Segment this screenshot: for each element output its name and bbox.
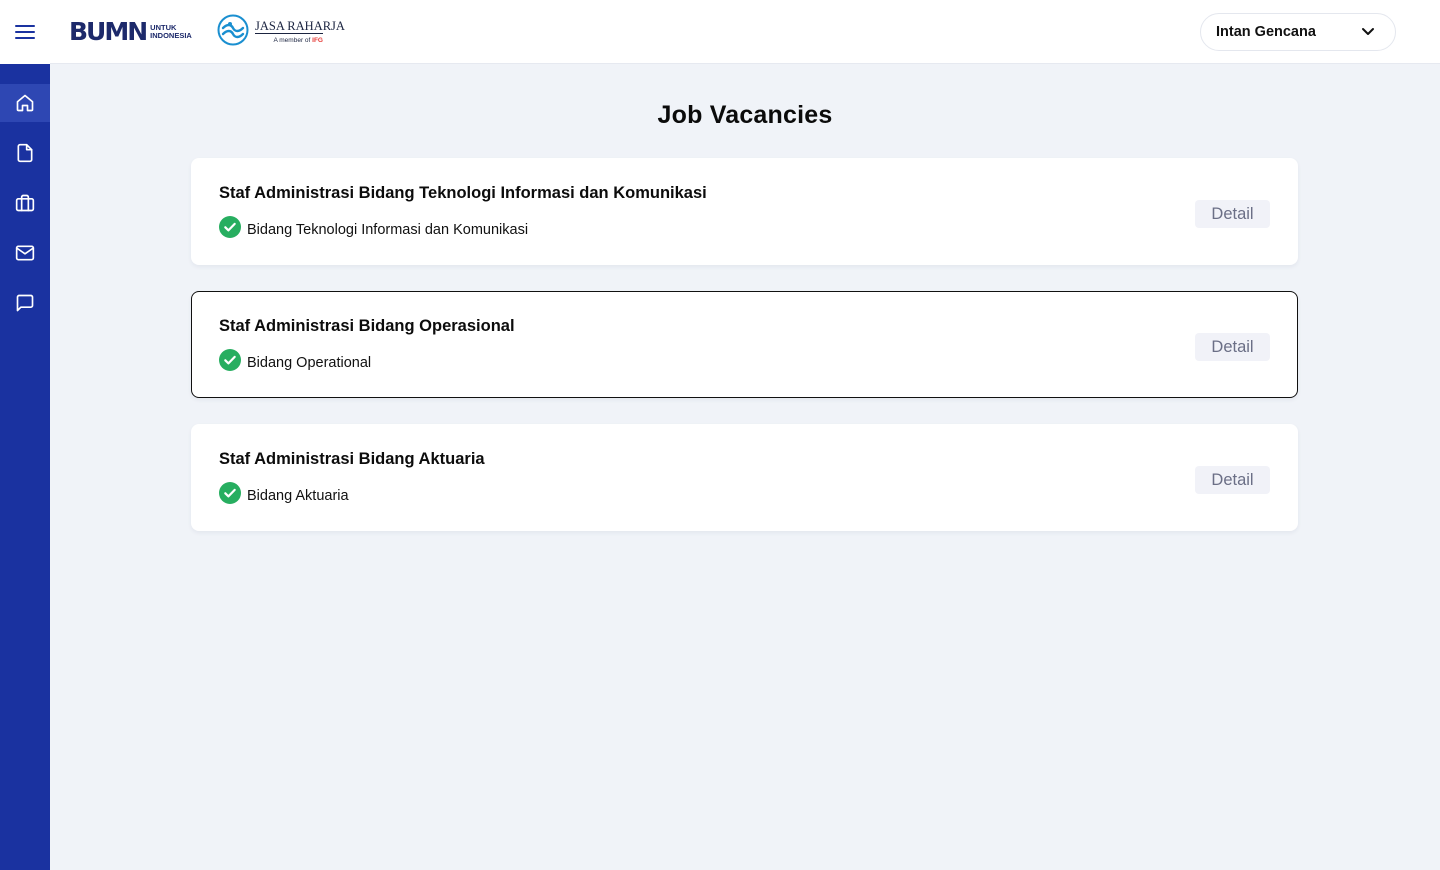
bumn-tagline-line2: INDONESIA [150, 31, 192, 40]
jasa-raharja-emblem-icon [217, 14, 249, 51]
mail-icon [15, 243, 35, 263]
jasa-raharja-logo: JASA RAHARJA A member of IFG [217, 14, 345, 51]
bumn-logo-tagline: UNTUK INDONESIA [150, 24, 192, 40]
page-title: Job Vacancies [657, 101, 833, 129]
user-menu-dropdown[interactable]: Intan Gencana [1200, 13, 1396, 51]
sidebar-item-messages[interactable] [0, 284, 50, 322]
user-name: Intan Gencana [1216, 24, 1316, 40]
jasa-raharja-member-line: A member of IFG [255, 32, 323, 46]
job-title: Staf Administrasi Bidang Aktuaria [219, 450, 485, 468]
member-prefix: A member of [273, 36, 311, 44]
member-group: IFG [312, 36, 323, 44]
sidebar-item-jobs[interactable] [0, 184, 50, 222]
job-title: Staf Administrasi Bidang Operasional [219, 317, 515, 335]
hamburger-icon [15, 25, 35, 39]
chevron-down-icon [1361, 23, 1375, 41]
briefcase-icon [15, 193, 35, 213]
job-card[interactable]: Staf Administrasi Bidang Aktuaria Bidang… [191, 424, 1298, 531]
department-label: Bidang Operational [247, 354, 372, 371]
detail-button[interactable]: Detail [1195, 200, 1270, 228]
job-department: Bidang Aktuaria [219, 482, 349, 509]
department-label: Bidang Aktuaria [247, 487, 349, 504]
job-card[interactable]: Staf Administrasi Bidang Operasional Bid… [191, 291, 1298, 398]
detail-button[interactable]: Detail [1195, 466, 1270, 494]
department-label: Bidang Teknologi Informasi dan Komunikas… [247, 221, 529, 238]
jasa-raharja-name: JASA RAHARJA [255, 18, 345, 33]
chat-icon [15, 293, 35, 313]
sidebar-item-mail[interactable] [0, 234, 50, 272]
job-department: Bidang Teknologi Informasi dan Komunikas… [219, 216, 528, 243]
menu-toggle-button[interactable] [0, 0, 50, 64]
bumn-logo-mark: BUMN [69, 17, 148, 46]
sidebar-item-home[interactable] [0, 84, 50, 122]
check-circle-icon [219, 349, 241, 376]
top-header: BUMN UNTUK INDONESIA JASA RAHARJA A memb… [50, 0, 1440, 64]
check-circle-icon [219, 482, 241, 509]
job-title: Staf Administrasi Bidang Teknologi Infor… [219, 184, 707, 202]
sidebar [0, 0, 50, 870]
home-icon [15, 93, 35, 113]
bumn-logo: BUMN UNTUK INDONESIA [69, 19, 192, 45]
sidebar-item-documents[interactable] [0, 134, 50, 172]
check-circle-icon [219, 216, 241, 243]
detail-button[interactable]: Detail [1195, 333, 1270, 361]
document-icon [15, 143, 35, 163]
job-department: Bidang Operational [219, 349, 371, 376]
job-card[interactable]: Staf Administrasi Bidang Teknologi Infor… [191, 158, 1298, 265]
